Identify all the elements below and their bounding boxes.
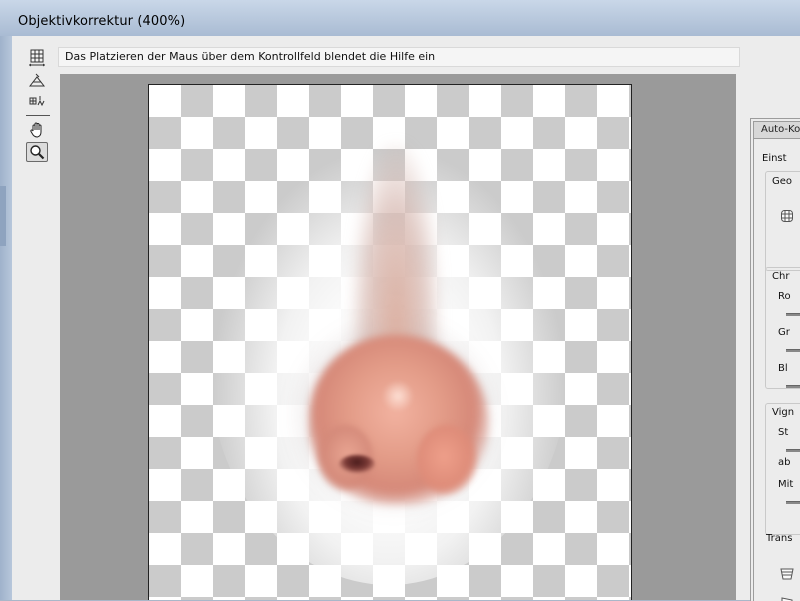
blue-yellow-slider[interactable] xyxy=(786,385,800,388)
nostril-opening xyxy=(339,455,375,473)
hand-icon xyxy=(30,122,42,138)
vignette-darken-label: ab xyxy=(778,457,791,468)
move-grid-icon xyxy=(29,96,45,107)
green-magenta-label: Gr xyxy=(778,327,790,338)
green-magenta-slider[interactable] xyxy=(786,349,800,352)
image-canvas[interactable] xyxy=(148,84,632,600)
window-frame-left xyxy=(0,36,12,600)
blue-yellow-label: Bl xyxy=(778,363,788,374)
settings-label: Einst xyxy=(762,153,787,164)
red-cyan-label: Ro xyxy=(778,291,791,302)
vignette-midpoint-slider[interactable] xyxy=(786,501,800,504)
panel-content: Einst Geo Chr Ro Gr Bl Vign St ab Mit Tr… xyxy=(753,138,800,601)
vignette-midpoint-label: Mit xyxy=(778,479,794,490)
tool-palette xyxy=(12,36,58,600)
red-cyan-slider[interactable] xyxy=(786,313,800,316)
tool-separator xyxy=(26,115,50,116)
vignette-amount-label: St xyxy=(778,427,789,438)
nostril-right xyxy=(417,425,477,495)
frame-notch xyxy=(0,186,6,246)
straighten-icon xyxy=(28,73,46,87)
hand-tool[interactable] xyxy=(26,120,48,140)
preview-area[interactable] xyxy=(60,74,736,600)
chromatic-label: Chr xyxy=(772,271,790,282)
tab-auto-korrektur[interactable]: Auto-Ko xyxy=(753,121,800,138)
geometry-distortion-icon[interactable] xyxy=(780,209,794,223)
geometry-label: Geo xyxy=(772,176,793,187)
vignette-group xyxy=(765,403,800,535)
settings-panel: Auto-Ko Einst Geo Chr Ro Gr Bl Vign St a… xyxy=(750,118,800,601)
grid-align-icon xyxy=(29,49,45,67)
help-bar: Das Platzieren der Maus über dem Kontrol… xyxy=(58,47,740,67)
zoom-tool[interactable] xyxy=(26,142,48,162)
move-grid-tool[interactable] xyxy=(26,92,48,112)
window-titlebar[interactable]: Objektivkorrektur (400%) xyxy=(0,0,800,37)
grid-align-tool[interactable] xyxy=(26,48,48,68)
vignette-label: Vign xyxy=(772,407,795,418)
vignette-amount-slider[interactable] xyxy=(786,449,800,452)
zoom-icon xyxy=(30,145,45,160)
straighten-tool[interactable] xyxy=(26,70,48,90)
transform-label: Trans xyxy=(766,533,793,544)
vertical-perspective-icon[interactable] xyxy=(780,567,794,581)
dialog-body: Das Platzieren der Maus über dem Kontrol… xyxy=(12,36,800,601)
nose-highlight xyxy=(381,381,415,411)
window-title: Objektivkorrektur (400%) xyxy=(18,14,186,29)
horizontal-perspective-icon[interactable] xyxy=(780,597,794,601)
